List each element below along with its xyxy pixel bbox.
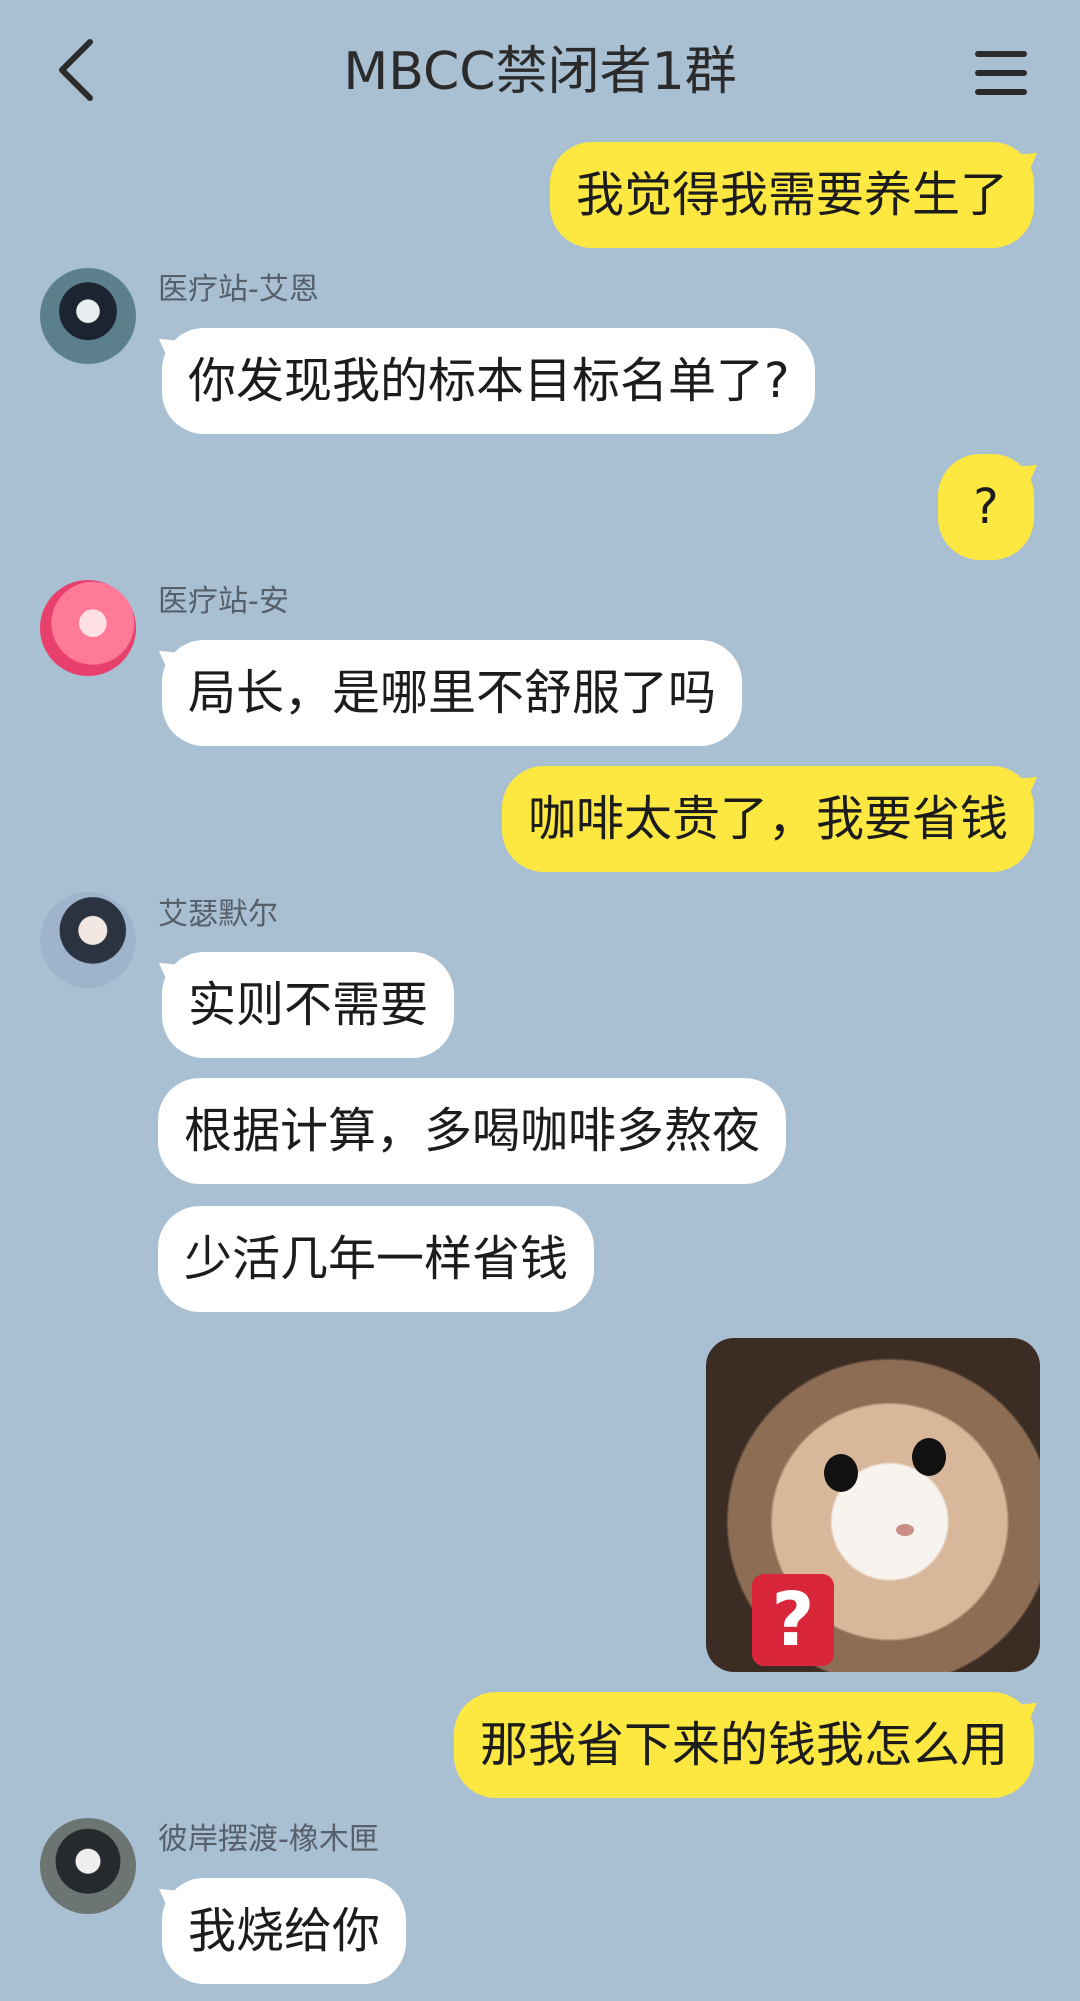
chat-title: MBCC禁闭者1群 <box>343 42 737 102</box>
message-bubble-incoming[interactable]: 局长，是哪里不舒服了吗 <box>162 640 743 746</box>
cat-nose <box>896 1524 914 1536</box>
sender-name: 医疗站-艾恩 <box>158 272 319 307</box>
message-bubble-outgoing[interactable]: 咖啡太贵了，我要省钱 <box>501 766 1034 872</box>
chat-screen: MBCC禁闭者1群 我觉得我需要养生了 医疗站-艾恩 你发现我的标本目标名单了?… <box>0 0 1080 2001</box>
cat-eye <box>912 1438 946 1476</box>
sender-name: 医疗站-安 <box>158 584 289 619</box>
sender-name: 艾瑟默尔 <box>158 897 278 932</box>
question-mark-icon: ? <box>752 1574 834 1666</box>
avatar[interactable] <box>40 580 136 676</box>
message-bubble-incoming[interactable]: 实则不需要 <box>162 952 455 1058</box>
cat-eye <box>824 1454 858 1492</box>
sender-name: 彼岸摆渡-橡木匣 <box>158 1822 379 1857</box>
message-bubble-incoming[interactable]: 少活几年一样省钱 <box>158 1206 595 1312</box>
hamburger-menu-icon <box>975 51 1027 95</box>
message-bubble-outgoing[interactable]: ? <box>938 454 1034 560</box>
message-bubble-outgoing[interactable]: 我觉得我需要养生了 <box>549 142 1034 248</box>
message-bubble-incoming[interactable]: 根据计算，多喝咖啡多熬夜 <box>158 1078 787 1184</box>
avatar[interactable] <box>40 1818 136 1914</box>
avatar[interactable] <box>40 892 136 988</box>
message-bubble-incoming[interactable]: 你发现我的标本目标名单了? <box>162 328 816 434</box>
message-bubble-incoming[interactable]: 我烧给你 <box>162 1878 407 1984</box>
chat-header: MBCC禁闭者1群 <box>0 0 1080 140</box>
message-bubble-outgoing[interactable]: 那我省下来的钱我怎么用 <box>453 1692 1034 1798</box>
avatar[interactable] <box>40 268 136 364</box>
menu-button[interactable] <box>966 38 1036 108</box>
crying-kitten-question-sticker[interactable]: ? <box>706 1338 1040 1672</box>
